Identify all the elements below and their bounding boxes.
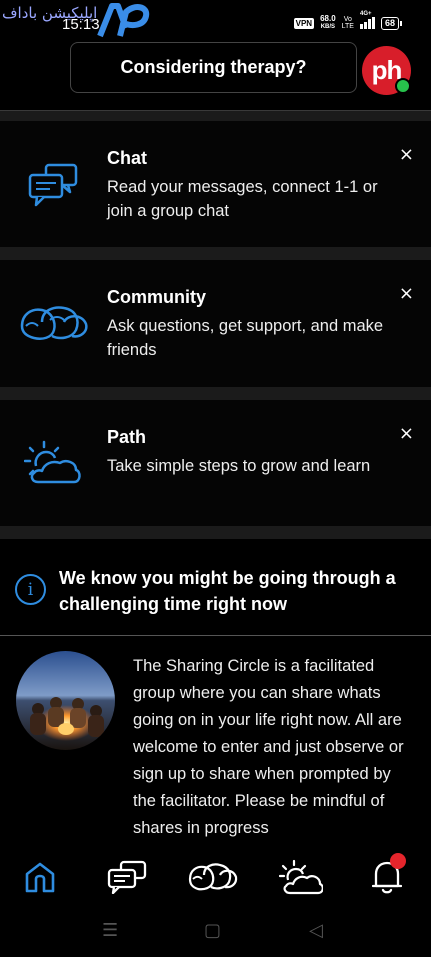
section-gap (0, 387, 431, 400)
sun-cloud-icon (24, 440, 81, 484)
card-title: Community (107, 287, 206, 307)
signal-icon: 4G+ (359, 11, 375, 29)
status-icons: VPN 68.0 KB/S Vo LTE 4G+ 68 (293, 11, 403, 31)
chat-icon (107, 860, 147, 894)
nav-community[interactable] (188, 854, 238, 900)
community-card[interactable]: Community Ask questions, get support, an… (0, 260, 431, 387)
card-description: Read your messages, connect 1-1 or join … (107, 178, 378, 220)
online-status-dot (395, 78, 411, 94)
close-icon[interactable]: × (399, 285, 414, 303)
card-description: Ask questions, get support, and make fri… (107, 317, 384, 359)
campfire-image-icon (16, 651, 115, 750)
info-banner-text: We know you might be going through a cha… (59, 568, 396, 614)
info-icon: i (15, 574, 46, 605)
path-card[interactable]: Path Take simple steps to grow and learn… (0, 400, 431, 526)
notification-badge (390, 853, 406, 869)
close-icon[interactable]: × (399, 146, 414, 164)
ap-logo-icon (97, 3, 150, 38)
nav-home[interactable] (15, 854, 65, 900)
nav-chat[interactable] (102, 854, 152, 900)
section-gap (0, 526, 431, 539)
bottom-nav (0, 844, 431, 910)
considering-therapy-button[interactable]: Considering therapy? (70, 42, 357, 93)
card-description: Take simple steps to grow and learn (107, 457, 371, 475)
sharing-circle-description: The Sharing Circle is a facilitated grou… (133, 657, 404, 837)
back-icon[interactable]: ◁ (309, 920, 323, 941)
path-icon (279, 859, 323, 895)
card-title: Chat (107, 148, 147, 168)
system-nav-bar: ☰ ▢ ◁ (0, 910, 431, 957)
community-faces-icon (20, 306, 88, 340)
volte-indicator: Vo LTE (341, 16, 354, 30)
nav-path[interactable] (276, 854, 326, 900)
home-icon (25, 862, 55, 893)
community-icon (188, 863, 238, 891)
chat-card[interactable]: Chat Read your messages, connect 1-1 or … (0, 121, 431, 247)
clock: 15:13 (62, 16, 100, 33)
close-icon[interactable]: × (399, 425, 414, 443)
system-home-icon[interactable]: ▢ (204, 920, 221, 941)
section-gap (0, 247, 431, 260)
vpn-badge: VPN (293, 17, 315, 29)
status-bar: اپلیکیشن باداف 15:13 VPN 68.0 KB/S Vo LT… (0, 0, 431, 46)
menu-icon[interactable]: ☰ (102, 920, 118, 941)
battery-icon: 68 (380, 16, 403, 30)
info-divider (0, 635, 431, 636)
card-title: Path (107, 427, 147, 447)
campfire-group-photo[interactable] (16, 651, 115, 750)
chat-bubbles-icon (28, 163, 78, 207)
section-gap (0, 111, 431, 121)
network-speed: 68.0 KB/S (320, 14, 336, 31)
